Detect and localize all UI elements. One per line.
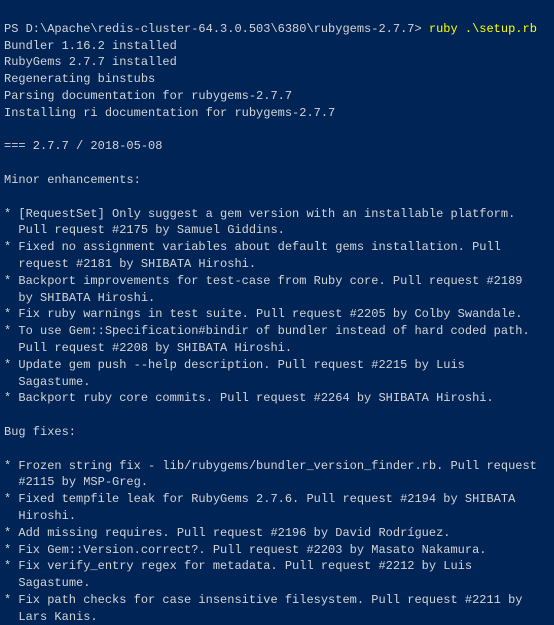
output-line: * [RequestSet] Only suggest a gem versio… bbox=[4, 207, 515, 221]
output-line: * Fixed tempfile leak for RubyGems 2.7.6… bbox=[4, 492, 515, 506]
output-line: * Fix path checks for case insensitive f… bbox=[4, 593, 522, 607]
output-line: * Backport improvements for test-case fr… bbox=[4, 274, 522, 288]
output-line: * Add missing requires. Pull request #21… bbox=[4, 526, 450, 540]
command-text: ruby .\setup.rb bbox=[429, 22, 537, 36]
output-line: Minor enhancements: bbox=[4, 173, 141, 187]
output-line: * To use Gem::Specification#bindir of bu… bbox=[4, 324, 530, 338]
output-line: RubyGems 2.7.7 installed bbox=[4, 55, 177, 69]
output-line: #2115 by MSP-Greg. bbox=[4, 475, 148, 489]
output-line: * Frozen string fix - lib/rubygems/bundl… bbox=[4, 459, 537, 473]
output-line: Hiroshi. bbox=[4, 509, 76, 523]
output-line: by SHIBATA Hiroshi. bbox=[4, 291, 155, 305]
output-line: Regenerating binstubs bbox=[4, 72, 155, 86]
output-line: Sagastume. bbox=[4, 576, 90, 590]
output-line: Installing ri documentation for rubygems… bbox=[4, 106, 335, 120]
output-line: Parsing documentation for rubygems-2.7.7 bbox=[4, 89, 292, 103]
prompt-path: PS D:\Apache\redis-cluster-64.3.0.503\63… bbox=[4, 22, 422, 36]
output-line: Pull request #2175 by Samuel Giddins. bbox=[4, 223, 285, 237]
output-line: * Fixed no assignment variables about de… bbox=[4, 240, 501, 254]
output-line: * Fix Gem::Version.correct?. Pull reques… bbox=[4, 543, 486, 557]
output-line: Bundler 1.16.2 installed bbox=[4, 39, 177, 53]
output-line: === 2.7.7 / 2018-05-08 bbox=[4, 139, 162, 153]
output-line: * Fix verify_entry regex for metadata. P… bbox=[4, 559, 472, 573]
output-line: Bug fixes: bbox=[4, 425, 76, 439]
terminal-window[interactable]: PS D:\Apache\redis-cluster-64.3.0.503\63… bbox=[4, 4, 550, 625]
output-line: * Update gem push --help description. Pu… bbox=[4, 358, 465, 372]
output-line: * Fix ruby warnings in test suite. Pull … bbox=[4, 307, 522, 321]
output-line: Lars Kanis. bbox=[4, 610, 98, 624]
output-line: Pull request #2208 by SHIBATA Hiroshi. bbox=[4, 341, 292, 355]
output-line: * Backport ruby core commits. Pull reque… bbox=[4, 391, 494, 405]
output-line: Sagastume. bbox=[4, 375, 90, 389]
output-line: request #2181 by SHIBATA Hiroshi. bbox=[4, 257, 256, 271]
